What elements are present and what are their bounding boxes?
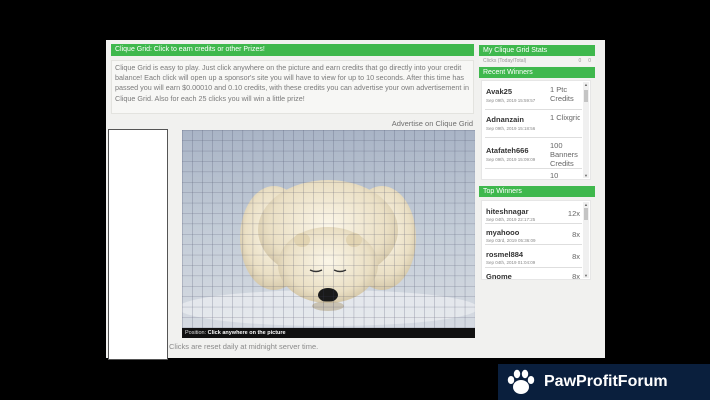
winner-prize: 8x	[572, 252, 580, 261]
top-winners-header: Top Winners	[479, 186, 595, 197]
paw-icon	[507, 369, 535, 394]
winner-date: Sep 09th, 2019 15:09:09	[486, 157, 536, 162]
scroll-up-icon[interactable]: ▲	[583, 82, 589, 87]
list-item: 10	[485, 169, 582, 180]
recent-winners-scrollbar[interactable]: ▲ ▼	[583, 82, 589, 178]
winner-prize: 12x	[567, 209, 580, 218]
clique-grid-picture[interactable]: Position: Click anywhere on the picture	[182, 130, 475, 338]
top-winners-scrollbar[interactable]: ▲ ▼	[583, 202, 589, 278]
list-item: Atafateh666 Sep 09th, 2019 15:09:09 100 …	[485, 138, 582, 169]
scroll-up-icon[interactable]: ▲	[583, 202, 589, 207]
winner-prize: 1 Ptc Credits	[550, 85, 574, 103]
clicks-row: Clicks (Today/Total) 0 0	[479, 57, 595, 66]
scroll-thumb[interactable]	[584, 90, 588, 102]
list-item: rosmel884 Sep 04th, 2019 01:04:09 8x	[485, 245, 582, 268]
clicks-today: 0	[578, 58, 582, 64]
logo-text: PawProfitForum	[544, 373, 668, 390]
clique-grid-header: Clique Grid: Click to earn credits or ot…	[111, 44, 474, 56]
position-status: Position: Click anywhere on the picture	[182, 328, 475, 338]
winner-prize: 10	[550, 171, 559, 180]
winner-date: Sep 09th, 2019 15:18:56	[486, 126, 536, 131]
winner-name: myahooo	[486, 228, 520, 237]
winner-prize: 100 Banners Credits	[550, 141, 578, 168]
scroll-down-icon[interactable]: ▼	[583, 173, 589, 178]
clicks-total: 0	[588, 58, 591, 64]
top-winners-list[interactable]: hiteshnagar Sep 04th, 2019 22:17:25 12x …	[481, 200, 591, 280]
reset-note: Clicks are reset daily at midnight serve…	[169, 342, 319, 351]
position-value: Click anywhere on the picture	[207, 330, 286, 336]
stats-header: My Clique Grid Stats	[479, 45, 595, 56]
scroll-down-icon[interactable]: ▼	[583, 273, 589, 278]
side-ad-banner[interactable]	[108, 129, 168, 360]
intro-text: Clique Grid is easy to play. Just click …	[111, 60, 474, 114]
winner-name: Atafateh666	[486, 146, 529, 155]
clicks-label: Clicks (Today/Total)	[483, 58, 527, 64]
recent-winners-list[interactable]: Avak25 Sep 09th, 2019 15:59:57 1 Ptc Cre…	[481, 80, 591, 180]
polar-bear-image[interactable]	[182, 130, 475, 328]
position-label: Position:	[185, 330, 207, 336]
winner-name: Gnome	[486, 272, 512, 280]
list-item: Gnome 8x	[485, 268, 582, 280]
winner-date: Sep 03rd, 2019 05:36:09	[486, 238, 536, 243]
winner-name: hiteshnagar	[486, 207, 529, 216]
winner-name: Avak25	[486, 87, 512, 96]
list-item: Avak25 Sep 09th, 2019 15:59:57 1 Ptc Cre…	[485, 81, 582, 110]
advertise-link[interactable]: Advertise on Clique Grid	[330, 119, 473, 128]
list-item: hiteshnagar Sep 04th, 2019 22:17:25 12x	[485, 201, 582, 224]
winner-prize: 1 Clixgrid Credits	[550, 113, 580, 122]
winner-prize: 8x	[572, 272, 580, 280]
pawprofitforum-logo: PawProfitForum	[498, 364, 710, 400]
winner-date: Sep 09th, 2019 15:59:57	[486, 98, 536, 103]
winner-date: Sep 04th, 2019 22:17:25	[486, 217, 536, 222]
winner-date: Sep 04th, 2019 01:04:09	[486, 260, 536, 265]
list-item: Adnanzain Sep 09th, 2019 15:18:56 1 Clix…	[485, 110, 582, 138]
winner-prize: 8x	[572, 230, 580, 239]
scroll-thumb[interactable]	[584, 208, 588, 220]
winner-name: Adnanzain	[486, 115, 524, 124]
list-item: myahooo Sep 03rd, 2019 05:36:09 8x	[485, 224, 582, 245]
winner-name: rosmel884	[486, 250, 524, 259]
recent-winners-header: Recent Winners	[479, 67, 595, 78]
